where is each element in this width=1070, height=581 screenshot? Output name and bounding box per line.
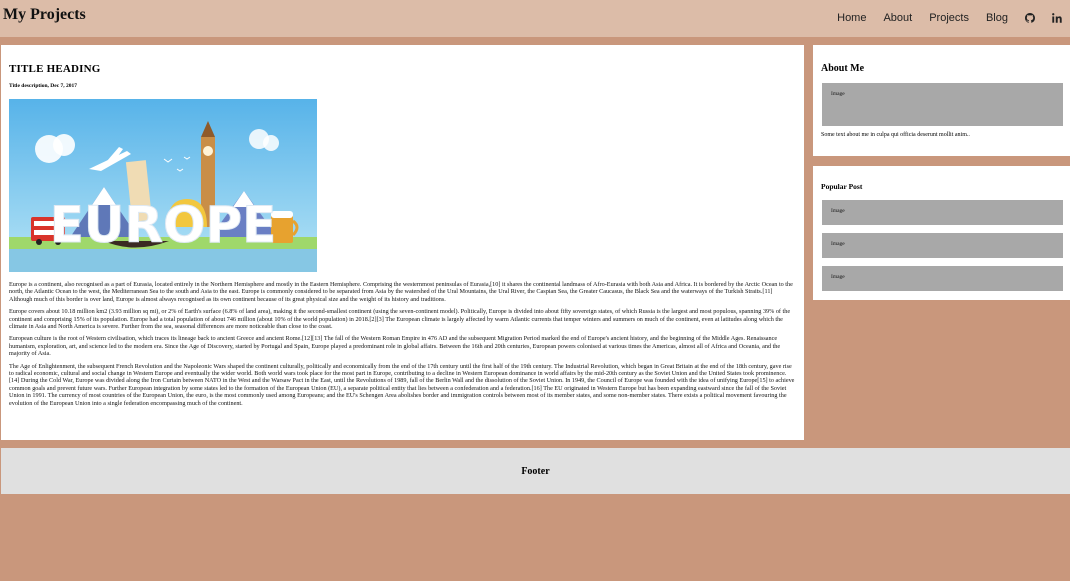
article-paragraph: Europe covers about 10.18 million km2 (3… bbox=[9, 308, 791, 331]
europe-illustration: EUROPE bbox=[9, 99, 317, 272]
about-text: Some text about me in culpa qui officia … bbox=[821, 132, 970, 138]
linkedin-icon[interactable] bbox=[1052, 13, 1062, 23]
article-paragraph: Europe is a continent, also recognised a… bbox=[9, 281, 793, 303]
nav-blog-link[interactable]: Blog bbox=[986, 12, 1008, 24]
github-icon[interactable] bbox=[1025, 13, 1035, 23]
article-title: TITLE HEADING bbox=[9, 63, 101, 75]
image-placeholder-label: Image bbox=[831, 91, 845, 97]
article-body: Europe is a continent, also recognised a… bbox=[9, 281, 796, 412]
about-image-placeholder: Image bbox=[822, 83, 1063, 126]
site-brand[interactable]: My Projects bbox=[3, 6, 86, 24]
popular-post-item[interactable]: Image bbox=[822, 233, 1063, 258]
popular-post-item[interactable]: Image bbox=[822, 200, 1063, 225]
nav-links: Home About Projects Blog bbox=[820, 12, 1062, 24]
article-description: Title description, Dec 7, 2017 bbox=[9, 83, 78, 89]
about-heading: About Me bbox=[821, 63, 865, 74]
popular-post-card: Popular Post Image Image Image bbox=[813, 166, 1070, 300]
image-placeholder-label: Image bbox=[831, 274, 845, 280]
popular-post-heading: Popular Post bbox=[821, 182, 863, 191]
footer-text: Footer bbox=[521, 465, 550, 477]
page-footer: Footer bbox=[1, 448, 1070, 494]
article-paragraph: European culture is the root of Western … bbox=[9, 335, 781, 358]
top-navigation-bar: My Projects Home About Projects Blog bbox=[0, 0, 1070, 37]
nav-projects-link[interactable]: Projects bbox=[929, 12, 969, 24]
europe-text: EUROPE bbox=[50, 196, 277, 254]
article-paragraph: The Age of Enlightenment, the subsequent… bbox=[9, 362, 795, 407]
image-placeholder-label: Image bbox=[831, 208, 845, 214]
image-placeholder-label: Image bbox=[831, 241, 845, 247]
popular-post-item[interactable]: Image bbox=[822, 266, 1063, 291]
main-article-card: TITLE HEADING Title description, Dec 7, … bbox=[1, 45, 804, 440]
nav-home-link[interactable]: Home bbox=[837, 12, 866, 24]
nav-about-link[interactable]: About bbox=[883, 12, 912, 24]
about-me-card: About Me Image Some text about me in cul… bbox=[813, 45, 1070, 156]
